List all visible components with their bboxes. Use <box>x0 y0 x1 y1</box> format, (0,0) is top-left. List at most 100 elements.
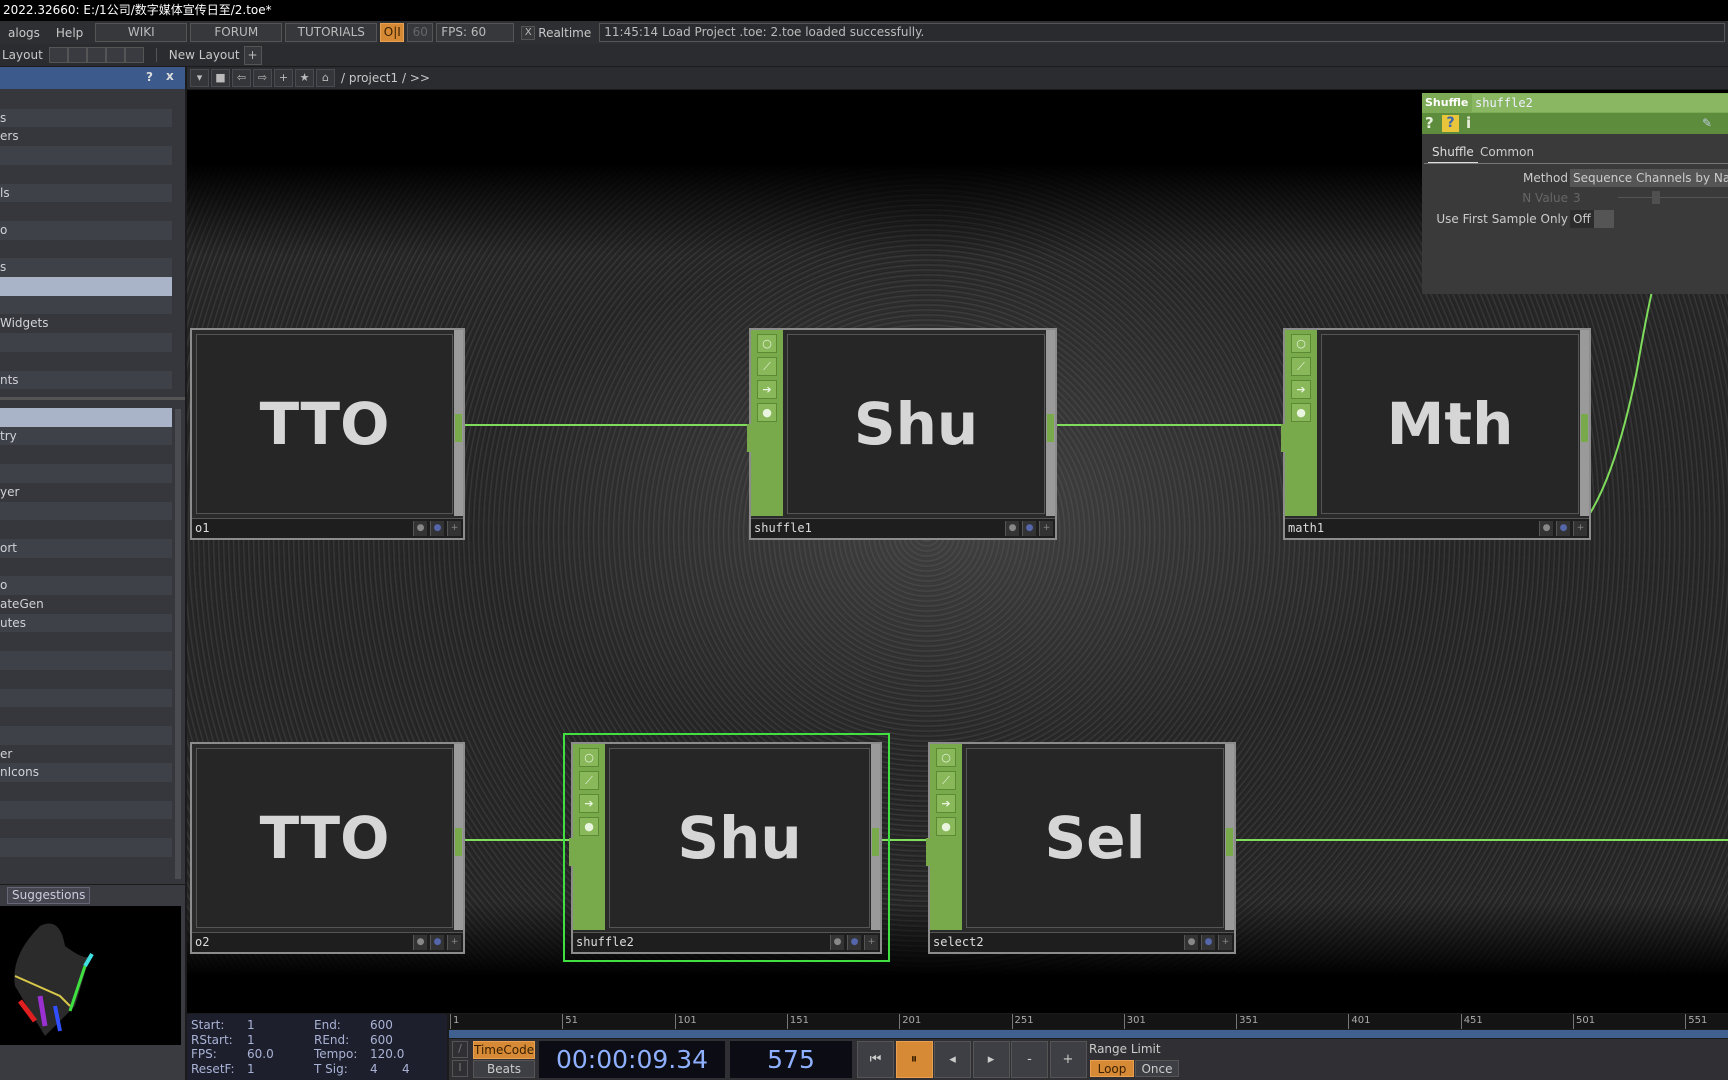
network-tool-button[interactable]: + <box>274 69 293 87</box>
output-connector[interactable] <box>1225 744 1234 930</box>
add-output-icon[interactable]: + <box>447 521 461 536</box>
palette-component-item[interactable] <box>0 464 172 483</box>
palette-component-item[interactable] <box>0 501 172 521</box>
tutorials-button[interactable]: TUTORIALS <box>285 23 378 42</box>
viewer-flag-icon[interactable]: ⟋ <box>1291 357 1311 376</box>
tab-common[interactable]: Common <box>1480 145 1534 159</box>
bypass-flag-icon[interactable]: ○ <box>757 334 777 353</box>
palette-scrollbar[interactable] <box>175 409 181 879</box>
palette-folder-item[interactable] <box>0 333 172 352</box>
palette-component-item[interactable] <box>0 688 172 708</box>
info-icon[interactable]: i <box>1466 114 1471 132</box>
palette-folder-item[interactable]: o <box>0 220 172 240</box>
output-connector[interactable] <box>454 330 463 516</box>
output-connector[interactable] <box>871 744 880 930</box>
palette-component-item[interactable] <box>0 520 172 539</box>
help-icon[interactable]: ? <box>1425 114 1434 132</box>
suggestions-tab[interactable]: Suggestions <box>7 887 91 904</box>
palette-folder-item[interactable] <box>0 240 172 259</box>
node-shuffle1[interactable]: Shu ○ ⟋ ➔ ● shuffle1 ● ● + <box>747 328 1057 540</box>
export-flag-icon[interactable]: ➔ <box>1291 380 1311 399</box>
network-path[interactable]: / project1 / >> <box>341 71 430 85</box>
viewer-active-icon[interactable]: ● <box>1539 521 1553 536</box>
bypass-flag-icon[interactable]: ○ <box>1291 334 1311 353</box>
add-output-icon[interactable]: + <box>864 935 878 950</box>
timecode-display[interactable]: 00:00:09.34 <box>539 1041 725 1078</box>
display-flag-icon[interactable]: ● <box>847 935 861 950</box>
first-sample-toggle-box[interactable] <box>1594 210 1614 228</box>
menu-help[interactable]: Help <box>48 26 91 40</box>
palette-component-item[interactable] <box>0 408 172 427</box>
time-end[interactable]: 600 <box>370 1018 393 1032</box>
palette-component-item[interactable]: try <box>0 426 172 446</box>
close-button[interactable]: x <box>166 69 174 83</box>
palette-component-item[interactable]: yer <box>0 483 172 502</box>
step-forward-button[interactable]: ▸ <box>972 1041 1010 1078</box>
output-connector[interactable] <box>1580 330 1589 516</box>
display-flag-icon[interactable]: ● <box>1022 521 1036 536</box>
bypass-flag-icon[interactable]: ○ <box>936 748 956 767</box>
viewer-flag-icon[interactable]: ⟋ <box>936 771 956 790</box>
pane-divider[interactable] <box>0 397 185 400</box>
palette-folder-item[interactable]: s <box>0 258 172 277</box>
palette-component-item[interactable] <box>0 632 172 651</box>
menu-dialogs[interactable]: alogs <box>0 26 48 40</box>
timecode-toggle[interactable]: TimeCode <box>473 1041 535 1059</box>
wiki-button[interactable]: WIKI <box>95 23 188 42</box>
op-name-field[interactable]: shuffle2 <box>1472 94 1728 112</box>
add-output-icon[interactable]: + <box>447 935 461 950</box>
network-tool-button[interactable]: ★ <box>295 69 314 87</box>
viewer-active-icon[interactable]: ● <box>830 935 844 950</box>
step-back-button[interactable]: ◂ <box>934 1041 971 1078</box>
palette-component-item[interactable] <box>0 651 172 670</box>
palette-component-item[interactable]: er <box>0 745 172 764</box>
palette-component-item[interactable]: ateGen <box>0 595 172 614</box>
export-flag-icon[interactable]: ➔ <box>579 794 599 813</box>
time-fps[interactable]: 60.0 <box>247 1047 274 1061</box>
layout-split-h[interactable] <box>86 47 106 63</box>
display-flag-icon[interactable]: ● <box>430 935 444 950</box>
output-connector[interactable] <box>454 744 463 930</box>
network-tool-button[interactable]: ▾ <box>190 69 209 87</box>
go-start-button[interactable]: ⏮ <box>857 1041 894 1078</box>
layout-three[interactable] <box>105 47 125 63</box>
bypass-flag-icon[interactable]: ○ <box>579 748 599 767</box>
node-select2[interactable]: Sel ○ ⟋ ➔ ● select2 ● ● + <box>926 742 1236 954</box>
palette-component-item[interactable]: o <box>0 576 172 595</box>
palette-folder-item[interactable]: ls <box>0 183 172 203</box>
lock-flag-icon[interactable]: ● <box>757 403 777 422</box>
viewer-active-icon[interactable]: ● <box>1184 935 1198 950</box>
once-toggle[interactable]: Once <box>1135 1060 1179 1077</box>
help-button[interactable]: ? <box>146 70 153 84</box>
viewer-flag-icon[interactable]: ⟋ <box>579 771 599 790</box>
layout-single[interactable] <box>48 47 68 63</box>
export-flag-icon[interactable]: ➔ <box>757 380 777 399</box>
palette-component-item[interactable]: utes <box>0 613 172 633</box>
palette-folder-item[interactable]: nts <box>0 370 172 390</box>
nvalue-slider-handle[interactable] <box>1652 191 1660 204</box>
palette-component-item[interactable] <box>0 725 172 745</box>
lock-flag-icon[interactable]: ● <box>579 817 599 836</box>
pause-button[interactable]: ⏸ <box>895 1041 933 1078</box>
timeline-ruler[interactable]: 1 51 101 151 201 251 301 351 401 451 501 551 <box>449 1014 1728 1029</box>
palette-folder-item[interactable] <box>0 146 172 165</box>
time-start[interactable]: 1 <box>247 1018 255 1032</box>
add-output-icon[interactable]: + <box>1573 521 1587 536</box>
time-tsig2[interactable]: 4 <box>402 1062 410 1076</box>
forum-button[interactable]: FORUM <box>190 23 283 42</box>
frame-display[interactable]: 575 <box>730 1041 852 1078</box>
edit-icon[interactable]: ✎ <box>1702 116 1712 130</box>
time-resetf[interactable]: 1 <box>247 1062 255 1076</box>
lock-flag-icon[interactable]: ● <box>1291 403 1311 422</box>
palette-component-item[interactable]: nIcons <box>0 763 172 782</box>
palette-folder-item[interactable]: Widgets <box>0 314 172 333</box>
palette-folder-item[interactable] <box>0 295 172 315</box>
palette-component-item[interactable] <box>0 819 172 838</box>
palette-component-item[interactable] <box>0 445 172 464</box>
lock-flag-icon[interactable]: ● <box>936 817 956 836</box>
add-layout-button[interactable]: + <box>243 45 262 65</box>
palette-folder-item[interactable]: s <box>0 108 172 128</box>
first-sample-toggle[interactable]: Off <box>1570 210 1594 228</box>
palette-component-item[interactable] <box>0 782 172 801</box>
viewer-active-icon[interactable]: ● <box>413 935 427 950</box>
